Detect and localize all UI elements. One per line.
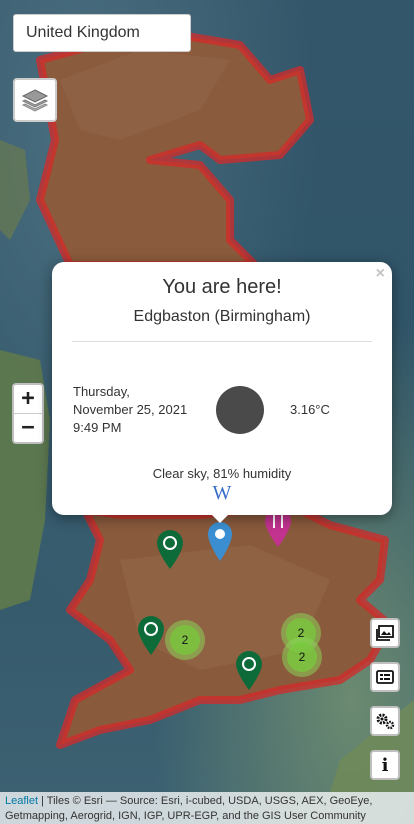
list-button[interactable]: [370, 662, 400, 692]
cluster-count: 2: [170, 625, 200, 655]
popup-datetime: Thursday, November 25, 2021 9:49 PM: [73, 383, 187, 437]
popup-temperature: 3.16°C: [290, 402, 330, 417]
marker-cluster[interactable]: 2: [165, 620, 205, 660]
map-canvas[interactable]: United Kingdom + − 2 2 2 × You are here!…: [0, 0, 414, 824]
location-marker[interactable]: [207, 522, 233, 562]
popup-description: Clear sky, 81% humidity: [152, 466, 292, 481]
leaflet-link[interactable]: Leaflet: [5, 795, 38, 807]
moon-icon: [216, 386, 264, 434]
popup-title: You are here!: [162, 276, 282, 298]
wikipedia-icon[interactable]: W: [52, 482, 392, 505]
settings-button[interactable]: [370, 706, 400, 736]
marker-cluster[interactable]: 2: [282, 637, 322, 677]
info-button[interactable]: i: [370, 750, 400, 780]
popup-tip: [210, 513, 230, 523]
country-select[interactable]: United Kingdom: [13, 14, 191, 52]
zoom-in-button[interactable]: +: [14, 385, 42, 413]
list-card-icon: [376, 670, 394, 684]
attribution-text: | Tiles © Esri — Source: Esri, i-cubed, …: [5, 795, 373, 822]
layers-button[interactable]: [13, 78, 57, 122]
popup-time: 9:49 PM: [73, 420, 122, 435]
info-icon: i: [381, 754, 389, 776]
popup-day: Thursday,: [73, 384, 130, 399]
map-attribution: Leaflet | Tiles © Esri — Source: Esri, i…: [0, 792, 414, 824]
gears-icon: [376, 713, 395, 730]
hiking-marker[interactable]: [137, 616, 165, 656]
images-icon: [376, 625, 394, 641]
zoom-out-button[interactable]: −: [14, 413, 42, 442]
hiking-marker[interactable]: [156, 530, 184, 570]
cluster-count: 2: [287, 642, 317, 672]
popup-date: November 25, 2021: [73, 402, 188, 417]
zoom-control: + −: [12, 383, 44, 444]
hiking-marker[interactable]: [235, 651, 263, 691]
location-popup: × You are here! Edgbaston (Birmingham) T…: [52, 262, 392, 515]
gallery-button[interactable]: [370, 618, 400, 648]
layers-icon: [21, 89, 49, 112]
popup-divider: [72, 341, 372, 342]
popup-place: Edgbaston (Birmingham): [133, 308, 311, 325]
